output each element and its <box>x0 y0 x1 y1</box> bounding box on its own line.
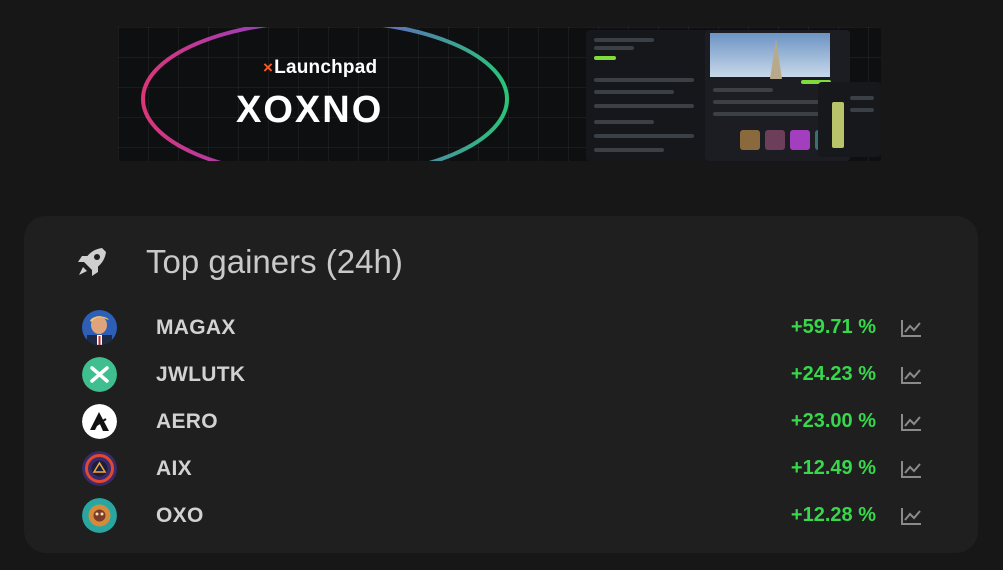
price-change: +12.28 % <box>790 504 876 526</box>
aix-token-avatar <box>82 451 117 486</box>
banner-screenshot-dashboard <box>586 30 711 161</box>
price-change: +24.23 % <box>790 363 876 385</box>
price-change: +59.71 % <box>790 316 876 338</box>
chart-line-icon[interactable] <box>900 506 922 526</box>
aero-token-avatar <box>82 404 117 439</box>
chart-line-icon[interactable] <box>900 365 922 385</box>
chart-line-icon[interactable] <box>900 318 922 338</box>
token-symbol: OXO <box>156 503 204 527</box>
top-gainers-card: Top gainers (24h) MAGAX +59.71 % JWLUTK … <box>24 216 978 553</box>
gainer-row-aix[interactable]: AIX +12.49 % <box>82 445 922 492</box>
xoxno-launchpad-banner[interactable]: ×Launchpad XOXNO <box>118 27 881 161</box>
token-symbol: AERO <box>156 409 218 433</box>
banner-brand: XOXNO <box>236 89 384 131</box>
banner-tagline: ×Launchpad <box>263 57 378 78</box>
rocket-icon <box>78 248 106 276</box>
chart-line-icon[interactable] <box>900 412 922 432</box>
gainer-row-magax[interactable]: MAGAX +59.71 % <box>82 304 922 351</box>
price-change: +12.49 % <box>790 457 876 479</box>
magax-token-avatar <box>82 310 117 345</box>
oxo-token-avatar <box>82 498 117 533</box>
gainer-row-jwlutk[interactable]: JWLUTK +24.23 % <box>82 351 922 398</box>
jwlutk-token-avatar <box>82 357 117 392</box>
gainers-list: MAGAX +59.71 % JWLUTK +24.23 % AERO +23.… <box>82 304 922 539</box>
gainer-row-aero[interactable]: AERO +23.00 % <box>82 398 922 445</box>
token-symbol: AIX <box>156 456 192 480</box>
chart-line-icon[interactable] <box>900 459 922 479</box>
price-change: +23.00 % <box>790 410 876 432</box>
card-title: Top gainers (24h) <box>146 243 403 280</box>
token-symbol: JWLUTK <box>156 362 246 386</box>
top-gainers-header: Top gainers (24h) <box>72 242 403 282</box>
banner-screenshot-mobile <box>818 82 881 157</box>
token-symbol: MAGAX <box>156 315 236 339</box>
gainer-row-oxo[interactable]: OXO +12.28 % <box>82 492 922 539</box>
